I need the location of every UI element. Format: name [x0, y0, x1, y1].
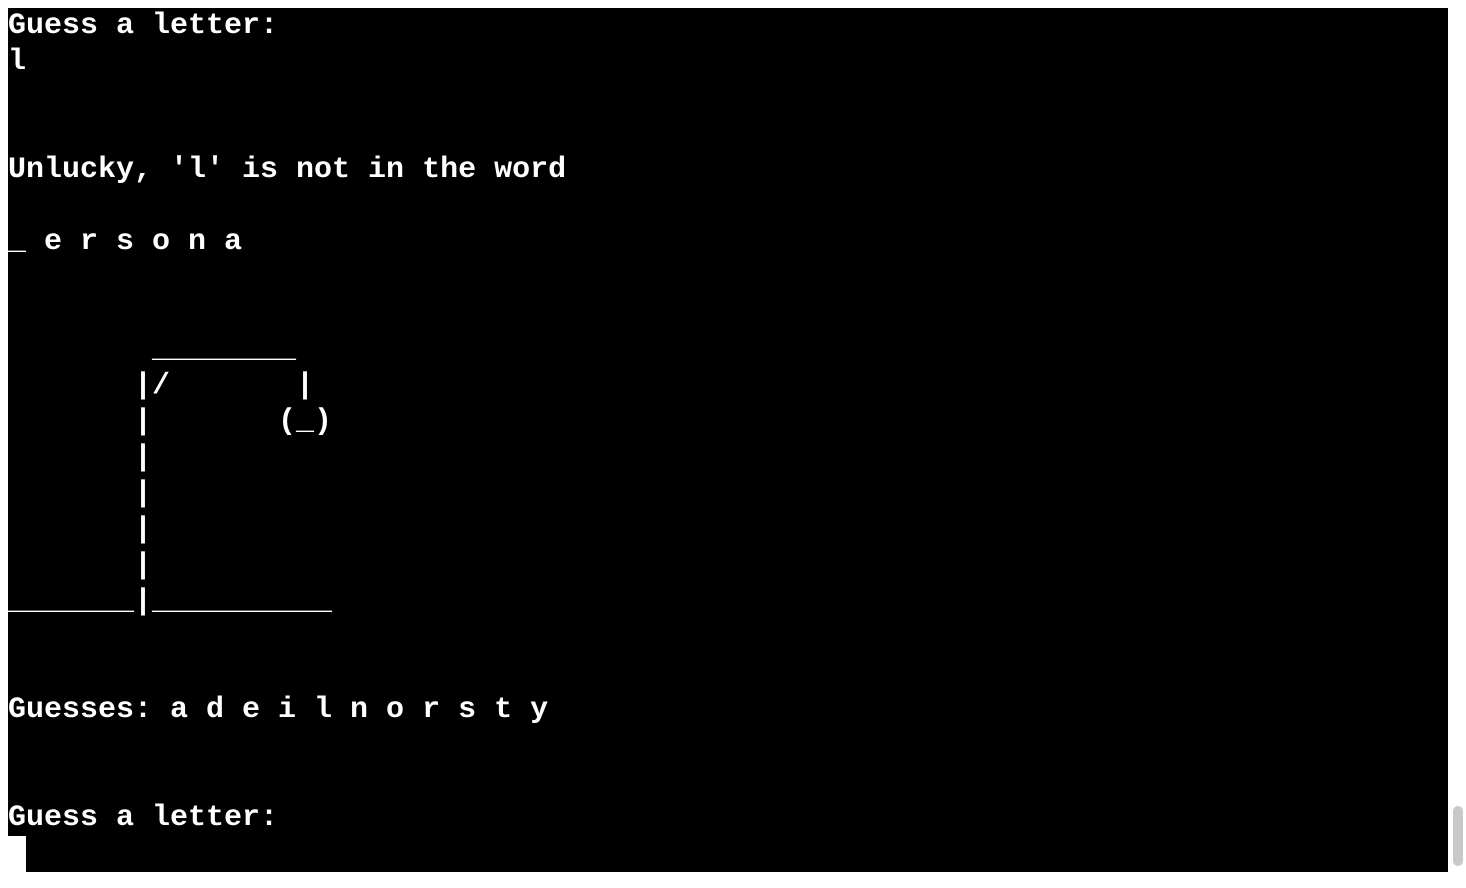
- hangman-art-line: |: [8, 477, 153, 511]
- hangman-art-line: |: [8, 441, 153, 475]
- terminal-window[interactable]: Guess a letter: l Unlucky, 'l' is not in…: [8, 8, 1448, 872]
- prompt-line: Guess a letter:: [8, 9, 279, 43]
- hangman-art-line: ________: [8, 333, 297, 367]
- hangman-art-line: |: [8, 513, 153, 547]
- text-cursor[interactable]: [8, 836, 26, 872]
- guesses-list: Guesses: a d e i l n o r s t y: [8, 693, 549, 727]
- hangman-art-line: |: [8, 549, 153, 583]
- result-message: Unlucky, 'l' is not in the word: [8, 153, 567, 187]
- hangman-art-line: _______|__________: [8, 585, 333, 619]
- scrollbar-thumb[interactable]: [1453, 806, 1463, 866]
- hangman-art-line: | (_): [8, 405, 333, 439]
- hangman-art-line: |/ |: [8, 369, 315, 403]
- word-progress: _ e r s o n a: [8, 225, 243, 259]
- prompt-line: Guess a letter:: [8, 801, 279, 835]
- user-input-line: l: [8, 45, 27, 79]
